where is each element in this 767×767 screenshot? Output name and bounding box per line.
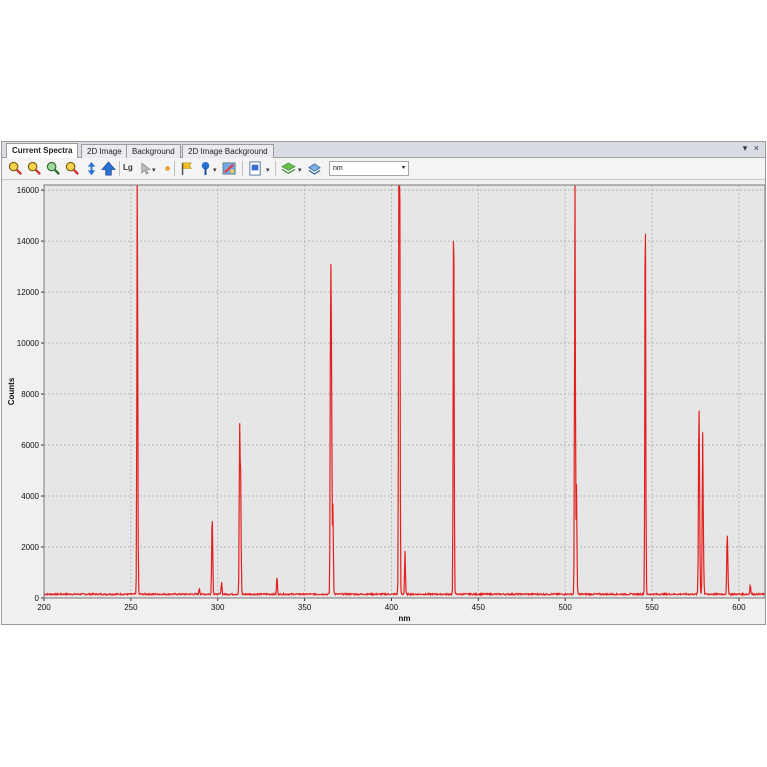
y-tick-label: 2000 <box>21 543 39 552</box>
toolbar-separator <box>242 161 243 176</box>
zoom-reset-icon[interactable] <box>65 161 80 176</box>
y-tick-label: 16000 <box>17 186 40 195</box>
x-tick-label: 200 <box>37 603 51 612</box>
toolbar-separator <box>174 161 175 176</box>
y-tick-label: 0 <box>35 594 40 603</box>
dot-icon[interactable] <box>160 161 175 176</box>
toolbar-separator <box>119 161 120 176</box>
tab-bar: Current Spectra 2D Image Background 2D I… <box>2 142 765 158</box>
palette-icon[interactable] <box>222 161 237 176</box>
y-axis-label: Counts <box>7 377 16 405</box>
print-icon[interactable] <box>307 161 322 176</box>
unit-select-value: nm <box>333 165 343 172</box>
spectra-window: Current Spectra 2D Image Background 2D I… <box>1 141 766 625</box>
tab-menu-controls[interactable]: ▾ × <box>743 143 761 154</box>
x-tick-label: 500 <box>559 603 573 612</box>
zoom-fit-icon[interactable] <box>46 161 61 176</box>
tab-2d-image[interactable]: 2D Image <box>81 144 128 158</box>
y-tick-label: 14000 <box>17 237 40 246</box>
log-scale-button[interactable]: Lg <box>123 163 133 172</box>
x-axis-label: nm <box>399 614 411 623</box>
y-tick-label: 6000 <box>21 441 39 450</box>
y-tick-label: 4000 <box>21 492 39 501</box>
zoom-out-icon[interactable] <box>27 161 42 176</box>
y-tick-label: 8000 <box>21 390 39 399</box>
zoom-in-icon[interactable] <box>8 161 23 176</box>
x-tick-label: 550 <box>645 603 659 612</box>
pin-icon[interactable] <box>198 161 213 176</box>
arrow-up-icon[interactable] <box>101 161 116 176</box>
toolbar-separator <box>275 161 276 176</box>
x-tick-label: 350 <box>298 603 312 612</box>
plot-area <box>44 185 765 598</box>
spectrum-chart[interactable]: 200 250 300 350 400 450 500 550 6000200040006000… <box>2 180 765 624</box>
scale-vertical-icon[interactable] <box>84 161 99 176</box>
tab-background[interactable]: Background <box>126 144 181 158</box>
x-tick-label: 600 <box>732 603 746 612</box>
chevron-down-icon[interactable]: ▾ <box>298 166 302 174</box>
tab-current-spectra[interactable]: Current Spectra <box>6 143 79 158</box>
cursor-icon[interactable] <box>138 161 153 176</box>
toolbar: Lg ▾ ▾ ▾ ▾ nm ▾ <box>2 158 765 180</box>
layers-icon[interactable] <box>281 161 296 176</box>
chevron-down-icon: ▾ <box>401 165 405 171</box>
chevron-down-icon[interactable]: ▾ <box>213 166 217 174</box>
unit-select[interactable]: nm ▾ <box>329 161 409 176</box>
chevron-down-icon[interactable]: ▾ <box>266 166 270 174</box>
tab-2d-image-background[interactable]: 2D Image Background <box>182 144 274 158</box>
x-tick-label: 300 <box>211 603 225 612</box>
y-tick-label: 12000 <box>17 288 40 297</box>
x-tick-label: 450 <box>472 603 486 612</box>
x-tick-label: 400 <box>385 603 399 612</box>
x-tick-label: 250 <box>124 603 138 612</box>
chevron-down-icon[interactable]: ▾ <box>152 166 156 174</box>
y-tick-label: 10000 <box>17 339 40 348</box>
save-icon[interactable] <box>248 161 263 176</box>
flag-icon[interactable] <box>179 161 194 176</box>
